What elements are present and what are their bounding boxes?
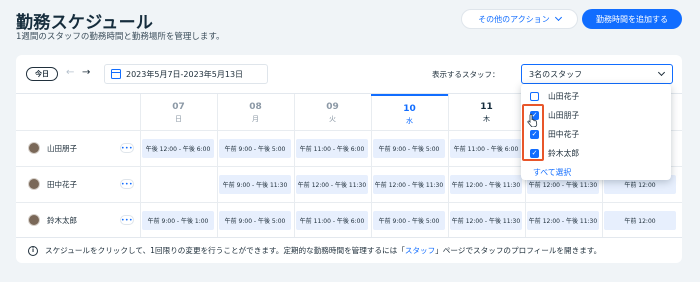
more-options-icon[interactable]: ••• [120, 143, 134, 153]
shift-block[interactable]: 午前 9:00 - 午後 11:30 [219, 175, 291, 194]
page-subtitle: 1週間のスタッフの勤務時間と勤務場所を管理します。 [16, 32, 225, 42]
staff-name: 田中花子 [47, 179, 77, 189]
shift-block[interactable]: 午前 11:00 - 午後 6:00 [296, 139, 368, 158]
day-header: 10 水 [371, 94, 448, 130]
shift-block[interactable]: 午前 12:00 - 午後 11:30 [450, 175, 522, 194]
staff-row-header: 山田朋子 ••• [16, 130, 140, 166]
day-number: 07 [172, 102, 185, 112]
shift-block[interactable]: 午前 12:00 [604, 211, 676, 230]
hand-cursor-icon [527, 113, 538, 127]
staff-row-header: 田中花子 ••• [16, 166, 140, 202]
date-range-picker[interactable]: 2023年5月7日-2023年5月13日 [104, 64, 268, 84]
day-weekday: 水 [406, 117, 413, 125]
more-actions-button[interactable]: その他のアクション [461, 9, 578, 29]
checkbox[interactable] [530, 92, 539, 101]
staff-name: 山田朋子 [47, 143, 77, 153]
staff-option-label: 鈴木太郎 [548, 149, 580, 158]
shift-block[interactable]: 午前 9:00 - 午後 5:00 [373, 211, 445, 230]
staff-name: 鈴木太郎 [47, 215, 77, 225]
shift-block[interactable]: 午前 11:00 - 午後 6:00 [296, 211, 368, 230]
date-range-label: 2023年5月7日-2023年5月13日 [126, 69, 244, 79]
staff-option-label: 田中花子 [548, 130, 580, 139]
footer-text-after: 」ページでスタッフのプロフィールを開きます。 [435, 246, 602, 255]
day-number: 11 [480, 102, 493, 112]
avatar [28, 142, 40, 154]
more-options-icon[interactable]: ••• [120, 215, 134, 225]
shift-block[interactable]: 午前 11:00 - 午後 6:00 [450, 139, 522, 158]
add-hours-button[interactable]: 勤務時間を追加する [582, 9, 682, 29]
shift-block[interactable]: 午前 9:00 - 午後 1:00 [142, 211, 214, 230]
arrow-left-icon[interactable]: ← [66, 67, 74, 78]
avatar [28, 178, 40, 190]
chevron-down-icon [554, 13, 562, 22]
shift-block[interactable]: 午前 9:00 - 午後 5:00 [373, 139, 445, 158]
avatar [28, 214, 40, 226]
select-all-link[interactable]: すべて選択 [521, 163, 671, 181]
staff-option[interactable]: 山田花子 [521, 87, 671, 106]
shift-block[interactable]: 午前 12:00 - 午後 11:30 [527, 211, 599, 230]
day-header: 11 木 [448, 94, 525, 130]
staff-select[interactable]: 3名のスタッフ [521, 64, 673, 84]
footer-text-before: スケジュールをクリックして、1回限りの変更を行うことができます。定期的な勤務時間… [45, 246, 405, 255]
staff-filter-label: 表示するスタッフ： [432, 70, 500, 79]
info-footer: i スケジュールをクリックして、1回限りの変更を行うことができます。定期的な勤務… [16, 237, 682, 263]
day-number: 10 [403, 104, 416, 114]
staff-link[interactable]: スタッフ [405, 246, 435, 255]
staff-select-value: 3名のスタッフ [529, 69, 583, 79]
shift-block[interactable]: 午前 12:00 - 午後 11:30 [450, 211, 522, 230]
shift-block[interactable]: 午前 12:00 - 午後 11:30 [296, 175, 368, 194]
chevron-down-icon [657, 68, 666, 77]
day-weekday: 日 [175, 115, 182, 123]
arrow-right-icon[interactable]: → [82, 67, 90, 78]
more-actions-label: その他のアクション [478, 14, 550, 24]
footer-text: スケジュールをクリックして、1回限りの変更を行うことができます。定期的な勤務時間… [45, 245, 601, 256]
shift-block[interactable]: 午前 9:00 - 午後 5:00 [219, 211, 291, 230]
day-weekday: 火 [329, 115, 336, 123]
shift-block[interactable]: 午前 9:00 - 午後 5:00 [219, 139, 291, 158]
shift-block[interactable]: 午前 12:00 - 午後 11:30 [373, 175, 445, 194]
day-header: 07 日 [140, 94, 217, 130]
day-weekday: 月 [252, 115, 259, 123]
day-header: 08 月 [217, 94, 294, 130]
staff-row-header: 鈴木太郎 ••• [16, 202, 140, 238]
day-number: 08 [249, 102, 262, 112]
staff-option-label: 山田花子 [548, 92, 580, 101]
shift-block[interactable]: 午後 12:00 - 午後 6:00 [142, 139, 214, 158]
calendar-icon [111, 69, 121, 79]
today-button[interactable]: 今日 [26, 67, 58, 81]
day-number: 09 [326, 102, 339, 112]
staff-option-label: 山田朋子 [548, 111, 580, 120]
more-options-icon[interactable]: ••• [120, 179, 134, 189]
day-header: 09 火 [294, 94, 371, 130]
info-icon: i [28, 245, 38, 256]
day-weekday: 木 [483, 115, 490, 123]
